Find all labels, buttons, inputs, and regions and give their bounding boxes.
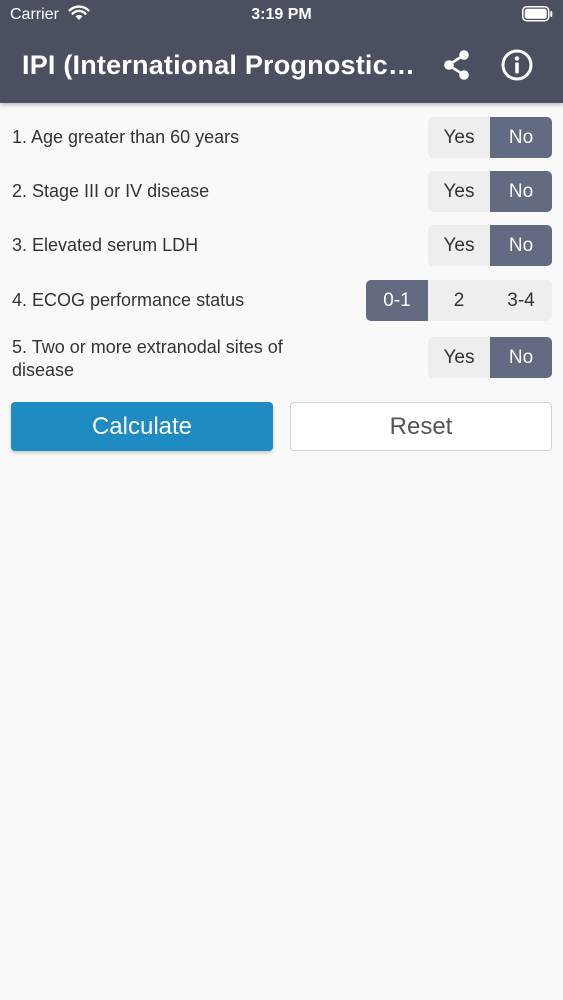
- status-time: 3:19 PM: [251, 6, 312, 23]
- reset-button[interactable]: Reset: [290, 402, 552, 451]
- calculate-button[interactable]: Calculate: [11, 402, 273, 451]
- share-icon: [444, 50, 469, 80]
- share-button[interactable]: [439, 47, 475, 83]
- question-row-extranodal: 5. Two or more extranodal sites of disea…: [0, 336, 563, 382]
- option-yes[interactable]: Yes: [428, 171, 490, 212]
- battery-icon: [522, 6, 553, 22]
- question-label: 3. Elevated serum LDH: [12, 235, 199, 255]
- option-no[interactable]: No: [490, 117, 552, 158]
- question-row-age: 1. Age greater than 60 years Yes No: [0, 117, 563, 158]
- info-icon: [501, 49, 533, 81]
- option-2[interactable]: 2: [428, 280, 490, 321]
- option-3-4[interactable]: 3-4: [490, 280, 552, 321]
- option-0-1[interactable]: 0-1: [366, 280, 428, 321]
- info-button[interactable]: [499, 47, 535, 83]
- question-label: 5. Two or more extranodal sites of disea…: [12, 337, 283, 380]
- app-header: Carrier 3:19 PM IPI (International Progn…: [0, 0, 563, 103]
- option-yes[interactable]: Yes: [428, 117, 490, 158]
- option-no[interactable]: No: [490, 171, 552, 212]
- stage-toggle: Yes No: [428, 171, 552, 212]
- question-row-ecog: 4. ECOG performance status 0-1 2 3-4: [0, 280, 563, 321]
- option-yes[interactable]: Yes: [428, 337, 490, 378]
- question-label: 4. ECOG performance status: [12, 290, 245, 310]
- option-no[interactable]: No: [490, 337, 552, 378]
- option-no[interactable]: No: [490, 225, 552, 266]
- age-toggle: Yes No: [428, 117, 552, 158]
- question-row-ldh: 3. Elevated serum LDH Yes No: [0, 225, 563, 266]
- option-yes[interactable]: Yes: [428, 225, 490, 266]
- ldh-toggle: Yes No: [428, 225, 552, 266]
- question-row-stage: 2. Stage III or IV disease Yes No: [0, 171, 563, 212]
- page-title: IPI (International Prognostic Index): [22, 50, 422, 80]
- question-label: 1. Age greater than 60 years: [12, 127, 240, 147]
- question-label: 2. Stage III or IV disease: [12, 181, 210, 201]
- extranodal-toggle: Yes No: [428, 337, 552, 378]
- ecog-toggle: 0-1 2 3-4: [366, 280, 552, 321]
- status-bar: Carrier 3:19 PM: [0, 0, 563, 30]
